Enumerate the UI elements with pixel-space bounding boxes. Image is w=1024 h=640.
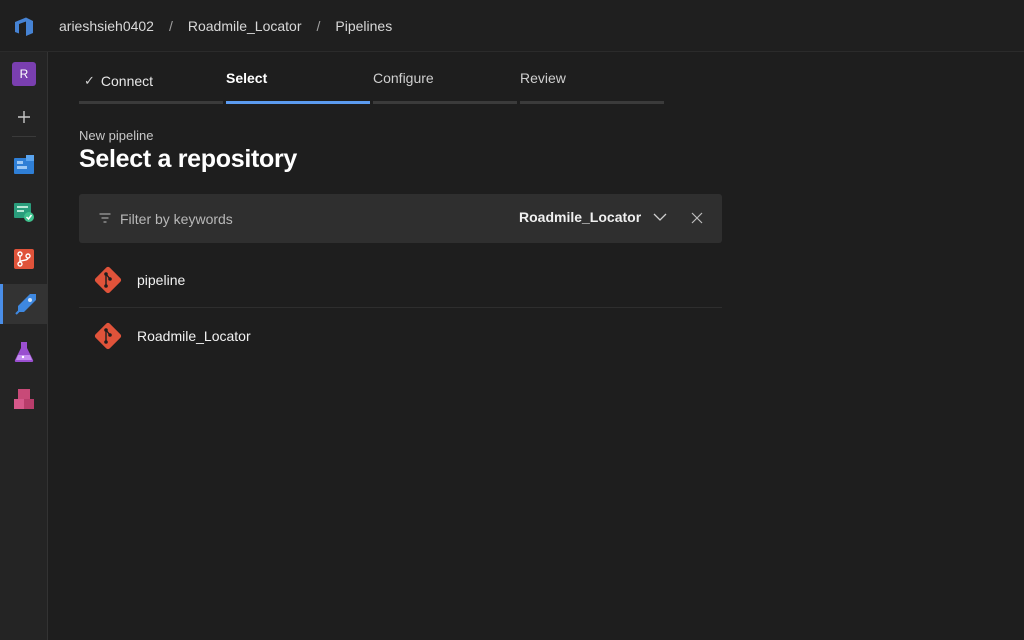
left-nav: R <box>0 52 48 640</box>
step-label: Connect <box>100 73 154 89</box>
breadcrumb-project[interactable]: Roadmile_Locator <box>188 18 302 34</box>
nav-test-plans[interactable] <box>0 332 48 372</box>
plus-icon <box>18 111 30 123</box>
nav-pipelines[interactable] <box>0 284 48 324</box>
step-select[interactable]: Select <box>226 62 370 104</box>
breadcrumb-separator: / <box>168 18 173 34</box>
checklist-icon <box>14 203 34 222</box>
step-configure[interactable]: Configure <box>373 62 517 104</box>
artifacts-icon <box>14 389 34 409</box>
repo-dropdown-value: Roadmile_Locator <box>519 209 642 225</box>
nav-divider <box>12 136 36 137</box>
breadcrumb-org[interactable]: arieshsieh0402 <box>59 18 154 34</box>
repo-list-item[interactable]: pipeline <box>79 252 722 308</box>
filter-icon <box>99 213 111 223</box>
chevron-down-icon <box>653 213 667 221</box>
step-label: Select <box>226 70 268 86</box>
step-label: Configure <box>373 70 434 86</box>
breadcrumb-pipelines[interactable]: Pipelines <box>335 18 392 34</box>
boards-icon <box>14 155 34 174</box>
step-progress-bar <box>373 101 517 104</box>
repos-icon <box>14 249 34 269</box>
step-progress-bar <box>79 101 223 104</box>
filter-input[interactable] <box>120 208 420 230</box>
repo-name: pipeline <box>137 271 186 288</box>
breadcrumb-separator: / <box>316 18 321 34</box>
nav-test-check[interactable] <box>0 192 48 232</box>
filter-bar: Roadmile_Locator <box>79 194 722 243</box>
git-icon <box>94 266 122 293</box>
step-label: Review <box>520 70 566 86</box>
nav-artifacts[interactable] <box>0 379 48 419</box>
add-button[interactable] <box>0 97 48 137</box>
project-avatar[interactable]: R <box>0 54 48 94</box>
repo-list-item[interactable]: Roadmile_Locator <box>79 308 722 364</box>
step-progress-bar <box>520 101 664 104</box>
close-icon[interactable] <box>691 212 703 224</box>
main-content: ✓ Connect Select Configure Review New pip… <box>48 52 1024 640</box>
top-bar: arieshsieh0402 / Roadmile_Locator / Pipe… <box>0 0 1024 52</box>
breadcrumb: arieshsieh0402 / Roadmile_Locator / Pipe… <box>59 0 392 52</box>
page-subtitle: New pipeline <box>79 128 154 143</box>
nav-boards[interactable] <box>0 145 48 185</box>
repo-dropdown[interactable]: Roadmile_Locator <box>519 209 667 225</box>
step-connect[interactable]: ✓ Connect <box>79 62 223 104</box>
step-review[interactable]: Review <box>520 62 664 104</box>
wizard-steps: ✓ Connect Select Configure Review <box>79 62 667 104</box>
avatar: R <box>12 62 36 86</box>
nav-repos[interactable] <box>0 239 48 279</box>
page-title: Select a repository <box>79 145 298 173</box>
flask-icon <box>14 342 34 362</box>
step-progress-bar <box>226 101 370 104</box>
pipelines-icon <box>14 294 36 315</box>
check-icon: ✓ <box>84 73 95 88</box>
git-icon <box>94 322 122 350</box>
azure-devops-logo-icon[interactable] <box>12 15 36 39</box>
repo-name: Roadmile_Locator <box>137 328 251 344</box>
